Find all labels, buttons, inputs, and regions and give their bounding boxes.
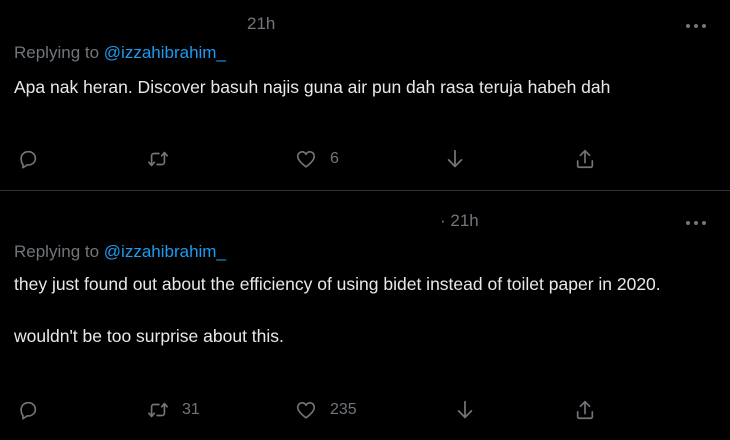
tweet-timestamp[interactable]: 21h [247,14,275,34]
tweet-actions-bar: 31 235 [0,395,730,425]
download-button[interactable] [454,395,476,425]
heart-icon [296,402,316,419]
replying-to-label: Replying to [14,43,104,62]
replying-to-line: Replying to @izzahibrahim_ [14,242,226,262]
download-button[interactable] [444,144,466,174]
retweet-button[interactable]: 31 [146,395,200,425]
reply-icon [20,401,37,420]
more-dots-icon [686,221,706,225]
replying-to-line: Replying to @izzahibrahim_ [14,43,226,63]
tweet-timestamp[interactable]: · 21h [440,211,479,231]
tweet-1[interactable]: 21h Replying to @izzahibrahim_ Apa nak h… [0,0,730,191]
retweet-button[interactable] [146,144,170,174]
like-count: 6 [330,150,339,167]
reply-button[interactable] [17,395,39,425]
reply-icon [20,150,37,169]
replying-to-label: Replying to [14,242,104,261]
download-arrow-icon [447,149,463,168]
like-button[interactable]: 235 [294,395,357,425]
share-icon [576,400,594,420]
tweet-2[interactable]: · 21h Replying to @izzahibrahim_ they ju… [0,191,730,440]
reply-button[interactable] [17,144,39,174]
share-button[interactable] [574,144,596,174]
download-arrow-icon [457,400,473,419]
more-dots-icon [686,24,706,28]
tweet-text: they just found out about the efficiency… [14,274,661,346]
retweet-icon [148,151,168,167]
tweet-text: Apa nak heran. Discover basuh najis guna… [14,77,611,97]
more-options-button[interactable] [684,20,708,32]
more-options-button[interactable] [684,217,708,229]
share-icon [576,149,594,169]
like-count: 235 [330,401,357,418]
like-button[interactable]: 6 [294,144,339,174]
heart-icon [296,151,316,168]
retweet-count: 31 [182,401,200,418]
replying-to-handle-link[interactable]: @izzahibrahim_ [104,242,226,261]
share-button[interactable] [574,395,596,425]
replying-to-handle-link[interactable]: @izzahibrahim_ [104,43,226,62]
retweet-icon [148,402,168,418]
tweet-actions-bar: 6 [0,144,730,174]
